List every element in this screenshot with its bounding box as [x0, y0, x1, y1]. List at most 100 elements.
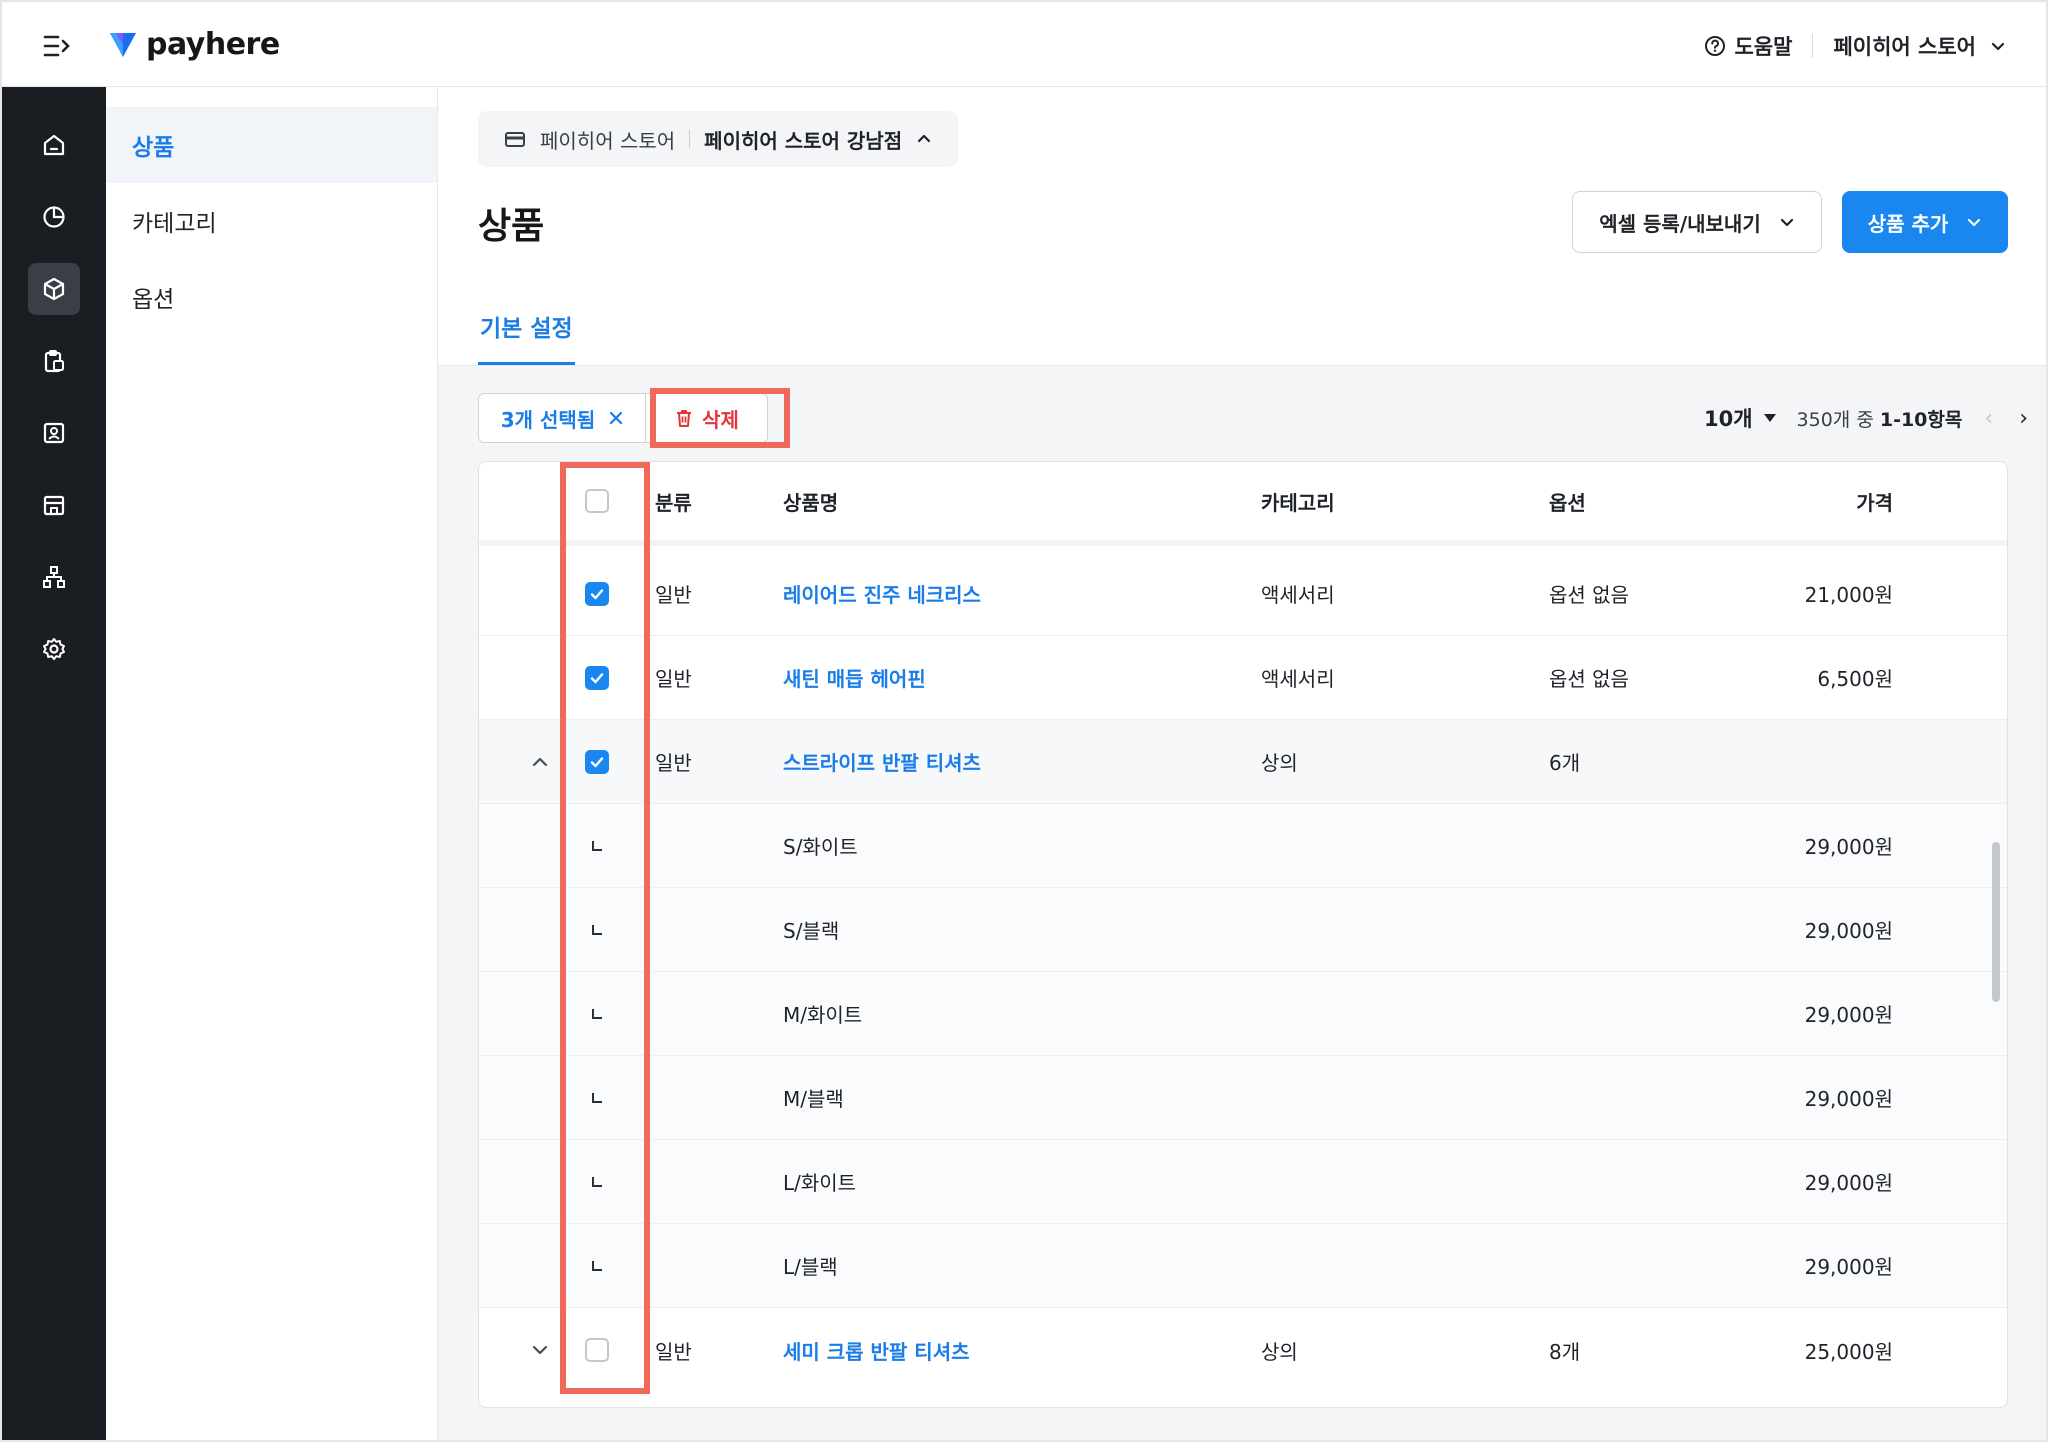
column-header-price[interactable]: 가격	[1729, 462, 1893, 540]
top-bar: payhere 도움말 페이히어 스토어	[2, 2, 2046, 87]
row-checkbox[interactable]	[581, 1308, 613, 1392]
rail-settings[interactable]	[28, 623, 80, 675]
rail-orders[interactable]	[28, 335, 80, 387]
menu-toggle-icon[interactable]	[42, 32, 72, 60]
row-checkbox[interactable]	[581, 552, 613, 635]
breadcrumb-store: 페이히어 스토어	[540, 128, 676, 153]
icon-rail	[2, 87, 106, 1440]
column-header-type[interactable]: 분류	[655, 462, 692, 540]
prev-page-icon[interactable]: ‹	[1984, 406, 1993, 431]
option-price: 29,000원	[1804, 919, 1893, 943]
subnav-item-categories[interactable]: 카테고리	[106, 183, 437, 259]
sub-navigation: 상품 카테고리 옵션	[106, 87, 438, 1440]
breadcrumb[interactable]: 페이히어 스토어 페이히어 스토어 강남점	[478, 111, 959, 167]
subnav-item-products[interactable]: 상품	[106, 107, 437, 183]
subnav-item-options[interactable]: 옵션	[106, 259, 437, 335]
row-price: 21,000원	[1804, 583, 1893, 607]
check-icon	[590, 756, 604, 767]
chevron-up-icon	[918, 134, 931, 143]
product-name-link[interactable]: 레이어드 진주 네크리스	[783, 552, 981, 635]
store-card-icon	[505, 132, 525, 147]
page-title: 상품	[478, 206, 545, 247]
option-name: M/블랙	[783, 1087, 844, 1111]
box-icon	[43, 277, 65, 301]
rail-organization[interactable]	[28, 551, 80, 603]
row-option: 8개	[1549, 1339, 1581, 1364]
row-checkbox[interactable]	[581, 720, 613, 803]
column-header-name[interactable]: 상품명	[783, 462, 838, 540]
help-label: 도움말	[1734, 35, 1793, 59]
add-product-button[interactable]: 상품 추가	[1842, 191, 2008, 253]
column-header-category[interactable]: 카테고리	[1261, 462, 1335, 540]
table-row[interactable]: 일반 레이어드 진주 네크리스 액세서리 옵션 없음 21,000원	[479, 552, 2007, 636]
row-price: 6,500원	[1817, 667, 1893, 691]
divider	[1812, 34, 1814, 58]
main-content: 페이히어 스토어 페이히어 스토어 강남점 상품 엑셀 등록/내보내기 상품 추…	[438, 87, 2046, 1440]
brand-logo[interactable]: payhere	[108, 24, 280, 64]
product-name-link[interactable]: 새틴 매듭 헤어핀	[783, 636, 926, 719]
checkbox-checked	[585, 581, 609, 606]
option-row: M/화이트 29,000원	[479, 972, 2007, 1056]
breadcrumb-divider	[689, 130, 691, 148]
check-icon	[590, 672, 604, 683]
table-row-expanded[interactable]: 일반 스트라이프 반팔 티셔츠 상의 6개	[479, 720, 2007, 804]
store-selector[interactable]: 페이히어 스토어	[1833, 31, 2006, 61]
delete-button[interactable]: 삭제	[646, 393, 768, 443]
chart-pie-icon	[43, 206, 65, 228]
option-name: L/블랙	[783, 1255, 838, 1279]
home-icon	[43, 134, 65, 156]
store-name: 페이히어 스토어	[1833, 35, 1976, 59]
clipboard-icon	[44, 350, 64, 373]
tree-branch-icon	[581, 1224, 613, 1307]
next-page-icon[interactable]: ›	[2019, 406, 2028, 431]
option-price: 29,000원	[1804, 835, 1893, 859]
store-icon	[43, 495, 65, 516]
rail-home[interactable]	[28, 119, 80, 171]
checkbox-box	[585, 489, 609, 513]
help-button[interactable]: 도움말	[1704, 31, 1792, 61]
option-name: S/화이트	[783, 835, 858, 859]
chevron-down-icon	[1780, 218, 1793, 227]
row-category: 상의	[1261, 1339, 1298, 1364]
rail-customers[interactable]	[28, 407, 80, 459]
products-table: 분류 상품명 카테고리 옵션 가격 일반 레이어드 진주 네크리스 액세서리 옵…	[478, 461, 2008, 1408]
option-row: S/블랙 29,000원	[479, 888, 2007, 972]
select-all-checkbox[interactable]	[581, 462, 613, 540]
option-row: L/블랙 29,000원	[479, 1224, 2007, 1308]
product-name-link[interactable]: 스트라이프 반팔 티셔츠	[783, 720, 981, 803]
page-size-select[interactable]: 10개	[1704, 403, 1777, 433]
row-option: 6개	[1549, 751, 1581, 775]
expand-row-icon[interactable]	[519, 1308, 561, 1392]
collapse-row-icon[interactable]	[519, 720, 561, 803]
tab-basic-settings[interactable]: 기본 설정	[478, 309, 575, 365]
checkbox-checked	[585, 665, 609, 690]
row-category: 액세서리	[1261, 667, 1335, 691]
row-category: 액세서리	[1261, 583, 1335, 607]
rail-analytics[interactable]	[28, 191, 80, 243]
row-type: 일반	[655, 667, 692, 691]
org-chart-icon	[43, 566, 65, 588]
rail-store[interactable]	[28, 479, 80, 531]
pagination: 10개 350개 중 1-10항목 ‹ ›	[1704, 393, 2028, 443]
page-range-prefix: 350개 중	[1796, 408, 1880, 431]
rail-products[interactable]	[28, 263, 80, 315]
checkbox-box	[585, 1338, 609, 1362]
page-range: 350개 중 1-10항목	[1797, 405, 1963, 432]
option-price: 29,000원	[1804, 1171, 1893, 1195]
app-window: payhere 도움말 페이히어 스토어 상품 카테고리 옵션 페이히어 스토어…	[0, 0, 2048, 1442]
excel-import-export-button[interactable]: 엑셀 등록/내보내기	[1572, 191, 1822, 253]
chevron-down-icon	[1968, 218, 1981, 227]
close-icon[interactable]	[609, 411, 623, 425]
table-row-collapsed[interactable]: 일반 세미 크롭 반팔 티셔츠 상의 8개 25,000원	[479, 1308, 2007, 1392]
tree-branch-icon	[581, 972, 613, 1055]
column-header-option[interactable]: 옵션	[1549, 462, 1586, 540]
product-name-link[interactable]: 세미 크롭 반팔 티셔츠	[783, 1308, 970, 1392]
row-checkbox[interactable]	[581, 636, 613, 719]
selection-chip[interactable]: 3개 선택됨	[478, 393, 646, 443]
table-row[interactable]: 일반 새틴 매듭 헤어핀 액세서리 옵션 없음 6,500원	[479, 636, 2007, 720]
tree-branch-icon	[581, 1140, 613, 1223]
option-price: 29,000원	[1804, 1003, 1893, 1027]
check-icon	[590, 588, 604, 599]
table-header: 분류 상품명 카테고리 옵션 가격	[479, 462, 2007, 546]
table-scrollbar[interactable]	[1992, 842, 2000, 1002]
